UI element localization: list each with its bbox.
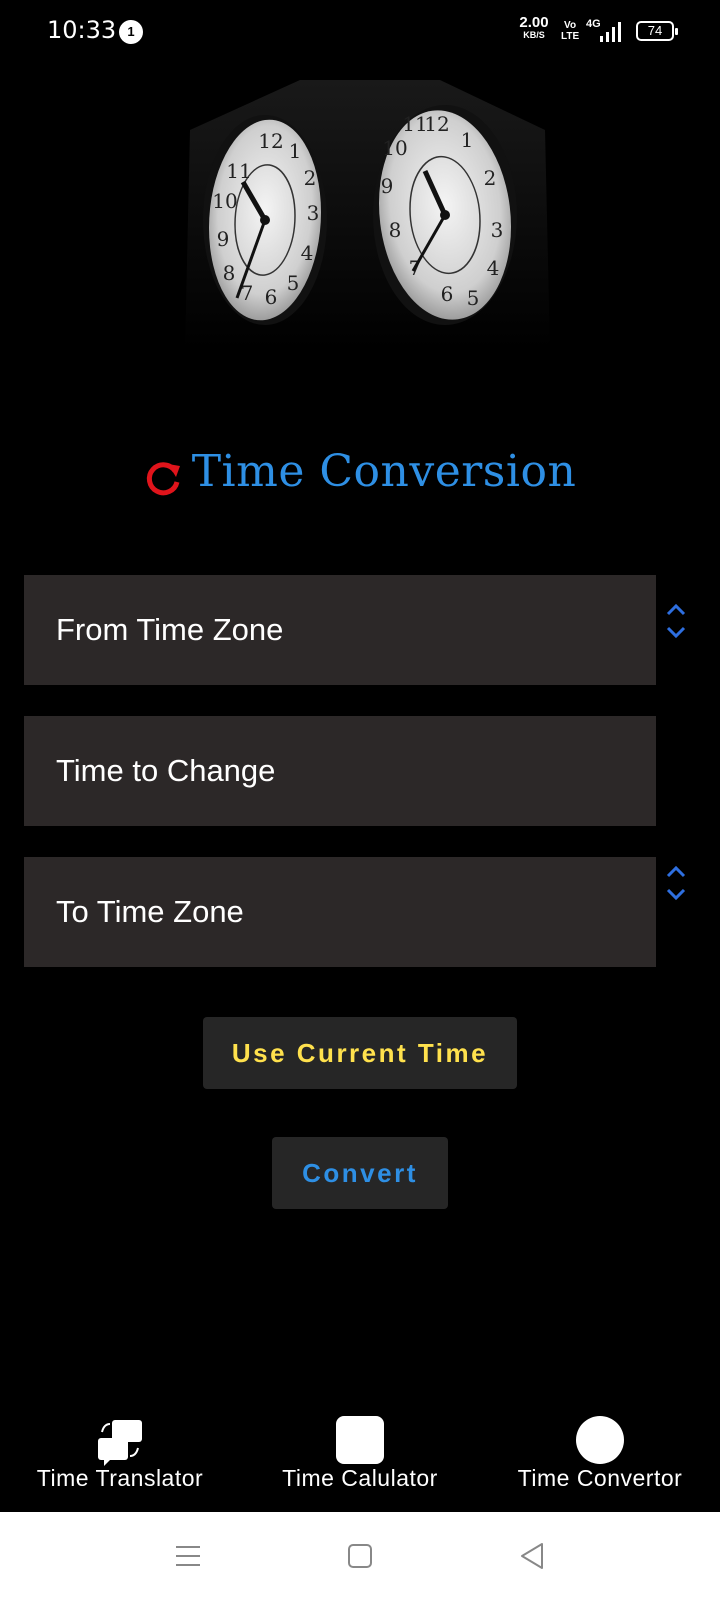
svg-text:2: 2 [484, 166, 497, 190]
svg-text:11: 11 [226, 159, 251, 183]
system-navigation-bar [0, 1512, 720, 1600]
svg-text:8: 8 [389, 218, 402, 242]
status-bar: 10:33 1 2.00 KB/S Vo LTE 4G 74 [0, 0, 720, 64]
tab-time-translator[interactable]: Time Translator [0, 1400, 240, 1512]
svg-text:5: 5 [467, 286, 480, 310]
tab-time-calculator[interactable]: Time Calulator [240, 1400, 480, 1512]
svg-text:9: 9 [217, 227, 230, 251]
time-to-change-input[interactable]: Time to Change [24, 716, 656, 826]
to-time-zone-label: To Time Zone [56, 894, 244, 929]
svg-text:6: 6 [265, 285, 278, 309]
svg-text:3: 3 [491, 218, 504, 242]
page-title: Time Conversion [191, 445, 577, 497]
translate-chat-icon [98, 1420, 142, 1466]
svg-text:9: 9 [381, 174, 394, 198]
time-to-change-label: Time to Change [56, 753, 276, 788]
volte-icon: Vo LTE [561, 20, 579, 42]
volte-top: Vo [564, 20, 577, 31]
svg-text:3: 3 [307, 201, 320, 225]
to-zone-spinner-icon[interactable] [664, 862, 688, 906]
rounded-square-icon [336, 1416, 384, 1464]
to-time-zone-select[interactable]: To Time Zone [24, 857, 656, 967]
svg-text:1: 1 [289, 139, 302, 163]
svg-text:8: 8 [223, 261, 236, 285]
svg-text:5: 5 [287, 271, 300, 295]
tab-time-calculator-label: Time Calulator [282, 1465, 438, 1491]
svg-text:1: 1 [461, 128, 474, 152]
svg-text:11: 11 [402, 112, 427, 136]
battery-icon: 74 [636, 21, 678, 41]
svg-text:2: 2 [304, 166, 317, 190]
status-time: 10:33 [47, 16, 117, 44]
notification-badge: 1 [119, 20, 143, 44]
tab-time-translator-label: Time Translator [36, 1465, 204, 1491]
circle-icon [576, 1416, 624, 1464]
network-speed-value: 2.00 [519, 14, 549, 31]
signal-icon [600, 22, 621, 42]
home-icon[interactable] [344, 1540, 376, 1572]
convert-button[interactable]: Convert [272, 1137, 448, 1209]
svg-text:6: 6 [441, 282, 454, 306]
from-zone-spinner-icon[interactable] [664, 600, 688, 644]
battery-level: 74 [647, 23, 663, 38]
svg-text:10: 10 [212, 189, 237, 213]
svg-text:12: 12 [258, 129, 283, 153]
svg-text:4: 4 [301, 241, 314, 265]
volte-bottom: LTE [561, 31, 580, 42]
svg-text:10: 10 [382, 136, 407, 160]
bottom-tab-bar: Time Translator Time Calulator Time Conv… [0, 1400, 720, 1512]
tab-time-convertor[interactable]: Time Convertor [480, 1400, 720, 1512]
clocks-hero-image: 1212 345 678 91011 1212 345 678 91011 [185, 80, 550, 350]
svg-text:12: 12 [424, 112, 449, 136]
back-icon[interactable] [516, 1540, 548, 1572]
menu-icon[interactable] [172, 1540, 204, 1572]
network-speed: 2.00 KB/S [516, 14, 552, 41]
from-time-zone-label: From Time Zone [56, 612, 284, 647]
refresh-icon [146, 462, 180, 496]
tab-time-convertor-label: Time Convertor [517, 1465, 683, 1491]
from-time-zone-select[interactable]: From Time Zone [24, 575, 656, 685]
title-row: Time Conversion [0, 436, 720, 506]
svg-text:4: 4 [487, 256, 500, 280]
use-current-time-button[interactable]: Use Current Time [203, 1017, 517, 1089]
